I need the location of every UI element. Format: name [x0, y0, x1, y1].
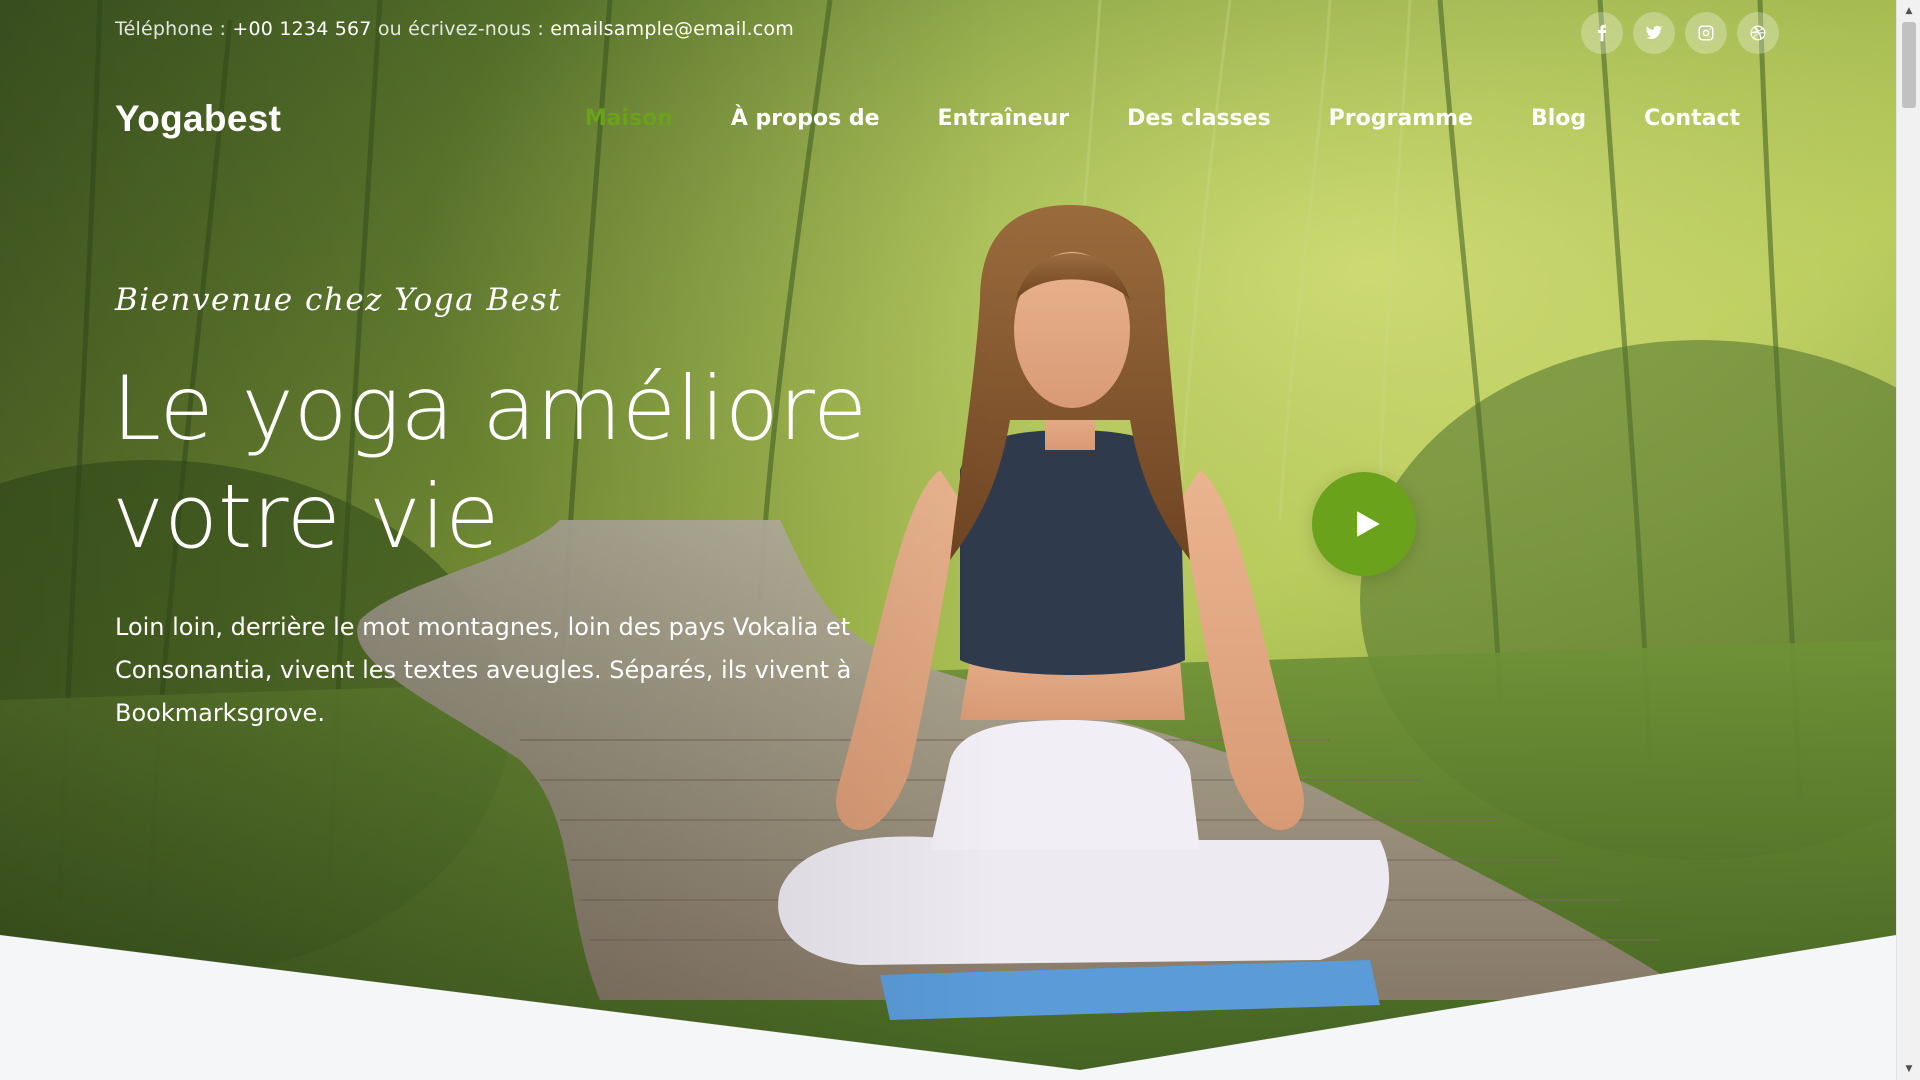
nav-item-contact[interactable]: Contact — [1644, 106, 1740, 131]
email-label: écrivez-nous : — [408, 18, 545, 40]
hero-headline: Le yoga améliore votre vie — [112, 357, 868, 568]
or-label: ou — [377, 18, 402, 40]
hero-lead-text: Loin loin, derrière le mot montagnes, lo… — [115, 613, 852, 727]
phone-number[interactable]: +00 1234 567 — [232, 18, 371, 40]
main-nav: Maison À propos de Entraîneur Des classe… — [585, 106, 1740, 131]
brand-logo[interactable]: Yogabest — [115, 98, 281, 140]
nav-item-entraineur[interactable]: Entraîneur — [938, 106, 1070, 131]
play-icon — [1357, 511, 1380, 537]
facebook-icon — [1598, 24, 1607, 42]
play-video-button[interactable] — [1312, 472, 1416, 576]
instagram-icon — [1698, 25, 1714, 41]
nav-item-des-classes[interactable]: Des classes — [1127, 106, 1271, 131]
nav-item-programme[interactable]: Programme — [1329, 106, 1473, 131]
contact-topbar: Téléphone : +00 1234 567 ou écrivez-nous… — [115, 18, 794, 40]
social-links — [1581, 12, 1779, 54]
scroll-up-arrow-icon[interactable]: ▲ — [1897, 2, 1920, 20]
scrollbar-thumb[interactable] — [1902, 22, 1916, 108]
phone-label: Téléphone : — [115, 18, 227, 40]
nav-item-a-propos[interactable]: À propos de — [731, 106, 880, 131]
hero-script-subtitle: Bienvenue chez Yoga Best — [115, 282, 562, 318]
page-scrollbar[interactable]: ▲ ▼ — [1896, 0, 1920, 1080]
dribbble-icon — [1750, 25, 1766, 41]
scroll-down-arrow-icon[interactable]: ▼ — [1897, 1060, 1920, 1078]
twitter-link[interactable] — [1633, 12, 1675, 54]
nav-item-maison[interactable]: Maison — [585, 106, 673, 131]
email-link[interactable]: emailsample@email.com — [550, 18, 794, 40]
nav-item-blog[interactable]: Blog — [1531, 106, 1586, 131]
instagram-link[interactable] — [1685, 12, 1727, 54]
dribbble-link[interactable] — [1737, 12, 1779, 54]
twitter-icon — [1645, 25, 1663, 40]
facebook-link[interactable] — [1581, 12, 1623, 54]
